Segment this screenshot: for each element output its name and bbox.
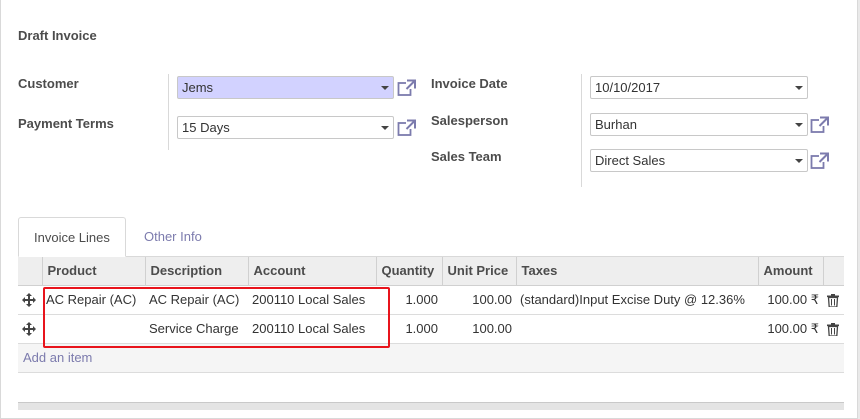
invoice-lines-table: Product Description Account Quantity Uni… (18, 257, 844, 373)
chevron-down-icon (795, 86, 803, 90)
customer-select[interactable]: Jems (177, 76, 394, 99)
cell-taxes[interactable]: (standard)Input Excise Duty @ 12.36% (516, 285, 758, 315)
external-link-icon[interactable] (810, 152, 830, 170)
column-header-quantity[interactable]: Quantity (375, 257, 442, 286)
drag-handle-icon[interactable] (22, 322, 36, 337)
add-item-row: Add an item (18, 343, 844, 373)
cell-unit-price[interactable]: 100.00 (442, 285, 516, 315)
table-header-row: Product Description Account Quantity Uni… (18, 257, 844, 286)
tab-invoice-lines[interactable]: Invoice Lines (18, 217, 126, 257)
external-link-icon[interactable] (397, 79, 417, 97)
sales-team-label: Sales Team (431, 149, 502, 164)
sales-team-value: Direct Sales (595, 153, 666, 168)
payment-terms-select[interactable]: 15 Days (177, 116, 394, 139)
payment-terms-label: Payment Terms (18, 116, 114, 131)
table-row[interactable]: AC Repair (AC) AC Repair (AC) 200110 Loc… (18, 285, 844, 315)
external-link-icon[interactable] (397, 119, 417, 137)
cell-amount: 100.00 ₹ (758, 285, 823, 315)
invoice-date-field[interactable]: 10/10/2017 (590, 76, 808, 99)
chevron-down-icon (795, 159, 803, 163)
chevron-down-icon (381, 86, 389, 90)
invoice-form-sheet: Draft Invoice Customer Payment Terms Jem… (0, 0, 858, 419)
column-header-taxes[interactable]: Taxes (515, 257, 758, 286)
cell-amount: 100.00 ₹ (758, 314, 823, 344)
trash-column-header (822, 257, 844, 286)
column-header-description[interactable]: Description (144, 257, 248, 286)
salesperson-value: Burhan (595, 117, 637, 132)
cell-description[interactable]: Service Charge (145, 314, 248, 344)
right-group-divider (581, 74, 582, 187)
salesperson-select[interactable]: Burhan (590, 113, 808, 136)
sales-team-select[interactable]: Direct Sales (590, 149, 808, 172)
add-item-link[interactable]: Add an item (23, 350, 92, 365)
external-link-icon[interactable] (810, 116, 830, 134)
invoice-date-label: Invoice Date (431, 76, 508, 91)
status-label: Draft Invoice (18, 28, 97, 43)
trash-icon[interactable] (827, 294, 839, 308)
cell-taxes[interactable] (516, 314, 758, 344)
column-header-unit-price[interactable]: Unit Price (441, 257, 516, 286)
cell-product[interactable]: AC Repair (AC) (42, 285, 145, 315)
cell-quantity[interactable]: 1.000 (376, 285, 442, 315)
cell-description[interactable]: AC Repair (AC) (145, 285, 248, 315)
left-group-divider (168, 74, 169, 150)
tab-other-info[interactable]: Other Info (129, 217, 217, 257)
cell-product[interactable] (42, 314, 145, 344)
drag-handle-icon[interactable] (22, 293, 36, 308)
column-header-amount[interactable]: Amount (757, 257, 823, 286)
payment-terms-value: 15 Days (182, 120, 230, 135)
chevron-down-icon (795, 123, 803, 127)
customer-value: Jems (182, 80, 214, 95)
trash-icon[interactable] (827, 323, 839, 337)
cell-unit-price[interactable]: 100.00 (442, 314, 516, 344)
cell-quantity[interactable]: 1.000 (376, 314, 442, 344)
cell-account[interactable]: 200110 Local Sales (248, 314, 376, 344)
invoice-date-value: 10/10/2017 (595, 80, 661, 95)
column-header-product[interactable]: Product (41, 257, 145, 286)
table-row[interactable]: Service Charge 200110 Local Sales 1.000 … (18, 314, 844, 344)
notebook-tabs: Invoice Lines Other Info (18, 217, 844, 257)
column-header-account[interactable]: Account (247, 257, 376, 286)
customer-label: Customer (18, 76, 79, 91)
cell-account[interactable]: 200110 Local Sales (248, 285, 376, 315)
handle-column-header (18, 257, 42, 286)
chevron-down-icon (381, 126, 389, 130)
bottom-scroll-bar (18, 402, 844, 410)
salesperson-label: Salesperson (431, 113, 509, 128)
